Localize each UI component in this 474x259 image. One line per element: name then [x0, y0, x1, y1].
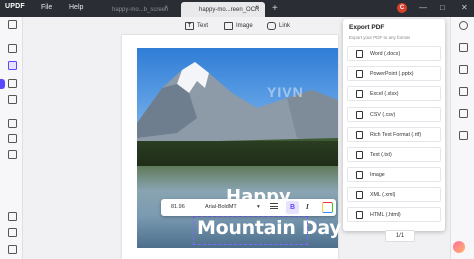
email-icon[interactable] — [459, 131, 468, 140]
sign-icon[interactable] — [8, 150, 17, 159]
html-icon — [356, 211, 363, 219]
minimize-icon[interactable]: — — [419, 3, 427, 12]
layers-icon[interactable] — [8, 212, 17, 221]
reader-icon[interactable] — [8, 20, 17, 29]
export-pdf-panel: Export PDF Export your PDF to any format… — [343, 19, 445, 231]
edit-pdf-icon[interactable] — [8, 61, 17, 70]
close-tab-icon[interactable]: × — [255, 5, 259, 11]
close-window-icon[interactable]: ✕ — [461, 3, 468, 12]
export-csv-button[interactable]: CSV (.csv) — [347, 107, 441, 122]
sidebar-collapse-handle[interactable] — [0, 79, 5, 89]
export-option-label: XML (.xml) — [370, 192, 396, 198]
italic-button[interactable]: I — [306, 203, 309, 211]
tab-label: happy-mo...reen_OCR — [199, 6, 260, 13]
add-text-label: Text — [197, 23, 209, 29]
title-bar: UPDF File Help happy-mo...b_screen × hap… — [0, 0, 474, 17]
word-icon — [356, 50, 363, 58]
search-icon[interactable] — [459, 21, 468, 30]
new-tab-button[interactable]: + — [272, 3, 278, 14]
link-icon — [267, 22, 276, 30]
text-icon — [356, 151, 363, 159]
page-indicator[interactable]: 1/1 — [385, 230, 415, 242]
ai-assistant-icon[interactable] — [453, 241, 465, 253]
add-link-label: Link — [279, 23, 291, 29]
avatar[interactable]: C — [397, 3, 407, 13]
app-logo: UPDF — [5, 3, 25, 10]
csv-icon — [356, 111, 363, 119]
export-option-label: HTML (.html) — [370, 212, 401, 218]
xml-icon — [356, 191, 363, 199]
export-rtf-button[interactable]: Rich Text Format (.rtf) — [347, 127, 441, 142]
menu-file[interactable]: File — [41, 4, 52, 11]
text-format-bar: 81.96 Arial-BoldMT ▾ B I — [161, 199, 336, 216]
add-image-button[interactable]: Image — [224, 22, 253, 30]
text-selection-box[interactable] — [193, 216, 308, 245]
share-icon[interactable] — [459, 87, 468, 96]
menu-help[interactable]: Help — [69, 4, 83, 11]
export-icon[interactable] — [459, 43, 468, 52]
text-icon: T — [185, 22, 194, 30]
chevron-down-icon[interactable]: ▾ — [257, 204, 260, 210]
bold-button[interactable]: B — [286, 201, 299, 214]
export-powerpoint-button[interactable]: PowerPoint (.pptx) — [347, 66, 441, 81]
export-option-label: Text (.txt) — [370, 152, 392, 158]
comment-icon[interactable] — [8, 44, 17, 53]
export-text-button[interactable]: Text (.txt) — [347, 147, 441, 162]
export-excel-button[interactable]: Excel (.xlsx) — [347, 86, 441, 101]
print-icon[interactable] — [459, 109, 468, 118]
image-icon — [224, 22, 233, 30]
powerpoint-icon — [356, 70, 363, 78]
save-icon[interactable] — [459, 65, 468, 74]
tab-document-1[interactable]: happy-mo...b_screen × — [94, 2, 174, 17]
close-tab-icon[interactable]: × — [164, 5, 168, 11]
excel-icon — [356, 90, 363, 98]
organize-pages-icon[interactable] — [8, 79, 17, 88]
convert-icon[interactable] — [8, 95, 17, 104]
add-image-label: Image — [236, 23, 253, 29]
export-word-button[interactable]: Word (.docx) — [347, 46, 441, 61]
export-option-label: Word (.docx) — [370, 51, 401, 57]
add-link-button[interactable]: Link — [267, 22, 290, 30]
tab-document-2[interactable]: happy-mo...reen_OCR × — [181, 2, 265, 17]
add-text-button[interactable]: T Text — [185, 22, 208, 30]
tab-label: happy-mo...b_screen — [112, 6, 169, 13]
font-name-select[interactable]: Arial-BoldMT — [205, 204, 237, 210]
align-icon[interactable] — [270, 203, 278, 211]
export-option-label: CSV (.csv) — [370, 112, 396, 118]
attachment-icon[interactable] — [8, 245, 17, 254]
export-option-label: Excel (.xlsx) — [370, 91, 399, 97]
export-option-label: Image — [370, 172, 385, 178]
left-sidebar — [0, 17, 23, 259]
export-panel-subtitle: Export your PDF to any format — [349, 35, 410, 40]
image-watermark: YIVN — [267, 84, 304, 100]
font-size-field[interactable]: 81.96 — [171, 204, 185, 210]
rtf-icon — [356, 131, 363, 139]
export-xml-button[interactable]: XML (.xml) — [347, 187, 441, 202]
bookmark-icon[interactable] — [8, 228, 17, 237]
text-color-button[interactable] — [322, 202, 333, 213]
maximize-icon[interactable]: □ — [440, 3, 445, 12]
export-option-label: PowerPoint (.pptx) — [370, 71, 414, 77]
protect-icon[interactable] — [8, 134, 17, 143]
export-image-button[interactable]: Image — [347, 167, 441, 182]
export-panel-title: Export PDF — [349, 24, 385, 31]
image-icon — [356, 171, 363, 179]
export-option-label: Rich Text Format (.rtf) — [370, 132, 422, 138]
export-html-button[interactable]: HTML (.html) — [347, 207, 441, 222]
ocr-icon[interactable] — [8, 119, 17, 128]
right-sidebar — [450, 17, 474, 259]
